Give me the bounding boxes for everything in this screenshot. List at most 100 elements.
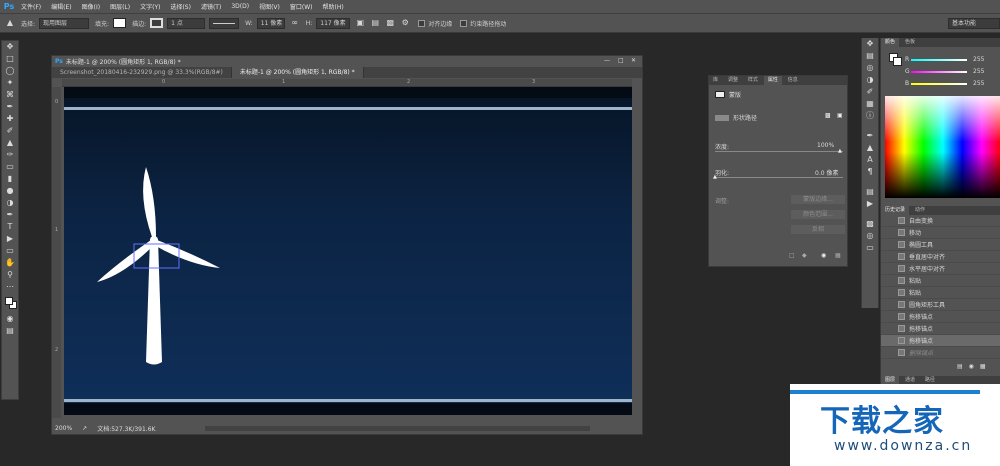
adjustments-icon[interactable]: ◑ bbox=[862, 74, 878, 86]
workspace-dropdown[interactable]: 基本功能 bbox=[948, 18, 1000, 29]
visibility-eye-icon[interactable]: ◉ bbox=[821, 252, 826, 259]
paths-icon[interactable]: ▭ bbox=[862, 242, 878, 254]
properties-icon[interactable]: ▦ bbox=[862, 98, 878, 110]
close-icon[interactable]: ✕ bbox=[631, 57, 636, 64]
tab-swatches[interactable]: 色板 bbox=[901, 38, 919, 47]
brush-tool-icon[interactable]: ✐ bbox=[2, 125, 18, 137]
screen-mode-icon[interactable]: ▤ bbox=[2, 325, 18, 337]
history-item[interactable]: 圆角矩形工具 bbox=[881, 299, 1000, 311]
density-slider-thumb[interactable]: ▲ bbox=[838, 148, 842, 154]
color-swatches[interactable] bbox=[2, 293, 18, 313]
background-color[interactable] bbox=[893, 57, 902, 66]
status-share-icon[interactable]: ↗ bbox=[82, 425, 87, 432]
info-icon[interactable]: ⓘ bbox=[862, 110, 878, 122]
snapshot-camera-icon[interactable]: ◉ bbox=[969, 363, 974, 370]
history-item[interactable]: 粘贴 bbox=[881, 287, 1000, 299]
color-spectrum[interactable] bbox=[885, 96, 1000, 198]
channel-g-slider[interactable] bbox=[911, 70, 967, 73]
channels-icon[interactable]: ◎ bbox=[862, 230, 878, 242]
menu-3d[interactable]: 3D(D) bbox=[226, 3, 254, 10]
tab-adjustments[interactable]: 调整 bbox=[724, 76, 742, 85]
fill-swatch[interactable] bbox=[113, 18, 127, 28]
shape-tool-icon[interactable]: ▭ bbox=[2, 245, 18, 257]
zoom-level[interactable]: 200% bbox=[55, 425, 72, 432]
marquee-tool-icon[interactable]: □ bbox=[2, 53, 18, 65]
hand-tool-icon[interactable]: ✋ bbox=[2, 257, 18, 269]
path-operations-icon[interactable]: ▣ bbox=[355, 18, 365, 28]
tab-untitled[interactable]: 未标题-1 @ 200% (圆角矩形 1, RGB/8) * bbox=[231, 67, 364, 78]
mask-edge-button[interactable]: 蒙版边缘... bbox=[791, 195, 845, 204]
path-alignment-icon[interactable]: ▤ bbox=[370, 18, 380, 28]
menu-help[interactable]: 帮助(H) bbox=[318, 2, 349, 11]
apply-mask-icon[interactable]: ◆ bbox=[802, 252, 807, 259]
channel-b-value[interactable]: 255 bbox=[973, 80, 984, 87]
brush-icon[interactable]: ✒ bbox=[862, 130, 878, 142]
menu-filter[interactable]: 滤镜(T) bbox=[196, 2, 226, 11]
history-item[interactable]: 拖移锚点 bbox=[881, 311, 1000, 323]
navigator-icon[interactable]: ◎ bbox=[862, 62, 878, 74]
stroke-size-field[interactable]: 1 点 bbox=[167, 17, 206, 29]
type-tool-icon[interactable]: T bbox=[2, 221, 18, 233]
settings-gear-icon[interactable]: ⚙ bbox=[400, 18, 410, 28]
layers-icon[interactable]: ▩ bbox=[862, 218, 878, 230]
tab-history[interactable]: 历史记录 bbox=[881, 206, 910, 215]
select-dropdown[interactable]: 现用图层 bbox=[39, 17, 90, 29]
tab-actions[interactable]: 动作 bbox=[911, 206, 929, 215]
menu-edit[interactable]: 编辑(E) bbox=[46, 2, 76, 11]
swatches-icon[interactable]: ✥ bbox=[862, 38, 878, 50]
channel-r-slider[interactable] bbox=[911, 58, 967, 61]
feather-slider-thumb[interactable]: ▲ bbox=[713, 174, 717, 180]
align-edges-checkbox[interactable] bbox=[418, 19, 426, 27]
delete-state-icon[interactable]: ▦ bbox=[980, 363, 986, 370]
actions-icon[interactable]: ▶ bbox=[862, 198, 878, 210]
history-item-undone[interactable]: 删除锚点 bbox=[881, 347, 1000, 359]
add-pixel-mask-icon[interactable]: ▩ bbox=[825, 112, 831, 119]
eyedropper-icon[interactable]: ✒ bbox=[2, 101, 18, 113]
character-icon[interactable]: A bbox=[862, 154, 878, 166]
density-value[interactable]: 100% bbox=[817, 142, 834, 149]
path-select-tool-icon[interactable]: ▲ bbox=[5, 18, 15, 28]
menu-view[interactable]: 视图(V) bbox=[254, 2, 285, 11]
history-item[interactable]: 拖移锚点 bbox=[881, 323, 1000, 335]
path-selection-icon[interactable]: ▶ bbox=[2, 233, 18, 245]
history-item[interactable]: 粘贴 bbox=[881, 275, 1000, 287]
menu-file[interactable]: 文件(F) bbox=[16, 2, 46, 11]
move-tool-icon[interactable]: ✥ bbox=[2, 41, 18, 53]
eraser-tool-icon[interactable]: ▭ bbox=[2, 161, 18, 173]
tab-library[interactable]: 库 bbox=[709, 76, 722, 85]
stroke-type-dropdown[interactable] bbox=[209, 17, 240, 29]
new-document-icon[interactable]: ▤ bbox=[957, 363, 963, 370]
height-field[interactable]: 117 像素 bbox=[316, 17, 351, 29]
clone-source-icon[interactable]: ▲ bbox=[862, 142, 878, 154]
histogram-icon[interactable]: ▤ bbox=[862, 50, 878, 62]
tab-properties[interactable]: 属性 bbox=[763, 76, 782, 85]
add-vector-mask-icon[interactable]: ▣ bbox=[837, 112, 843, 119]
history-item[interactable]: 自由变换 bbox=[881, 215, 1000, 227]
tab-screenshot[interactable]: Screenshot_20180416-232929.png @ 33.3%(R… bbox=[52, 67, 232, 78]
width-field[interactable]: 11 像素 bbox=[256, 17, 285, 29]
more-tools-icon[interactable]: ⋯ bbox=[2, 281, 18, 293]
density-slider[interactable] bbox=[715, 151, 843, 152]
healing-brush-icon[interactable]: ✚ bbox=[2, 113, 18, 125]
menu-image[interactable]: 图像(I) bbox=[77, 2, 105, 11]
canvas[interactable] bbox=[64, 87, 632, 415]
path-arrangement-icon[interactable]: ▩ bbox=[385, 18, 395, 28]
history-brush-icon[interactable]: ✑ bbox=[2, 149, 18, 161]
channel-b-slider[interactable] bbox=[911, 82, 967, 85]
gradient-tool-icon[interactable]: ▮ bbox=[2, 173, 18, 185]
feather-slider[interactable] bbox=[715, 177, 843, 178]
constrain-path-checkbox[interactable] bbox=[460, 19, 468, 27]
blur-tool-icon[interactable]: ● bbox=[2, 185, 18, 197]
trash-icon[interactable]: ▦ bbox=[835, 252, 841, 259]
menu-select[interactable]: 选择(S) bbox=[165, 2, 196, 11]
history-item[interactable]: 垂直居中对齐 bbox=[881, 251, 1000, 263]
history-item[interactable]: 水平居中对齐 bbox=[881, 263, 1000, 275]
load-selection-icon[interactable]: □ bbox=[789, 252, 795, 259]
feather-value[interactable]: 0.0 像素 bbox=[815, 168, 838, 177]
paragraph-icon[interactable]: ¶ bbox=[862, 166, 878, 178]
history-item-active[interactable]: 拖移锚点 bbox=[881, 335, 1000, 347]
invert-button[interactable]: 反相 bbox=[791, 225, 845, 234]
history-item[interactable]: 移动 bbox=[881, 227, 1000, 239]
maximize-icon[interactable]: □ bbox=[618, 57, 624, 64]
channel-g-value[interactable]: 255 bbox=[973, 68, 984, 75]
